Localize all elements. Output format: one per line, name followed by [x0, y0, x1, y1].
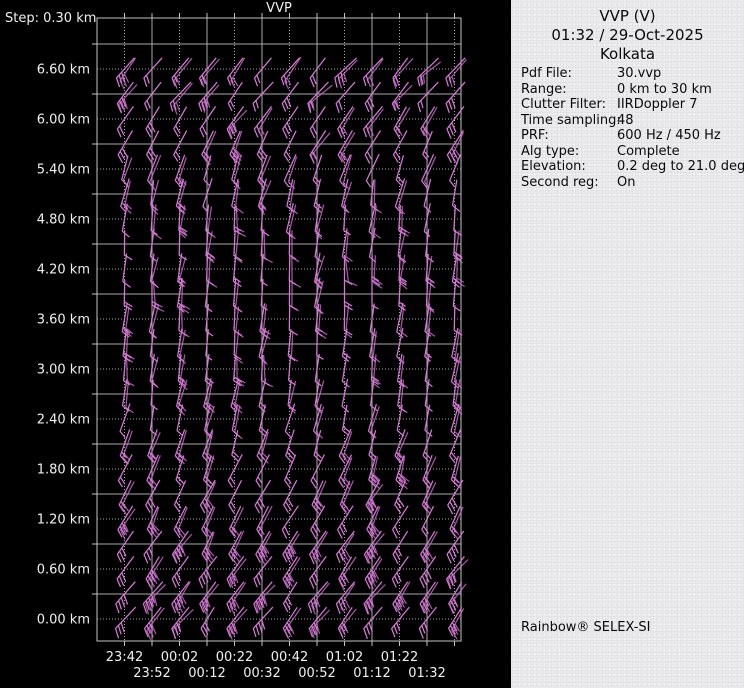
field-row-pdf-file: Pdf File:30.vvp	[521, 66, 742, 82]
field-value: 30.vvp	[617, 66, 742, 82]
field-value: 0.2 deg to 21.0 deg	[617, 159, 744, 175]
svg-text:4.80 km: 4.80 km	[37, 213, 90, 228]
field-row-time-sampling: Time sampling:48	[521, 113, 742, 129]
field-row-elevation: Elevation:0.2 deg to 21.0 deg	[521, 159, 742, 175]
svg-text:00:22: 00:22	[216, 650, 253, 665]
field-value: On	[617, 175, 742, 191]
svg-text:3.60 km: 3.60 km	[37, 313, 90, 328]
svg-text:6.00 km: 6.00 km	[37, 113, 90, 128]
svg-text:1.20 km: 1.20 km	[37, 513, 90, 528]
field-label: Time sampling:	[521, 113, 617, 129]
svg-text:01:02: 01:02	[326, 650, 363, 665]
product-fields: Pdf File:30.vvp Range:0 km to 30 km Clut…	[521, 66, 742, 190]
svg-text:00:02: 00:02	[161, 650, 198, 665]
field-label: Clutter Filter:	[521, 97, 617, 113]
svg-text:1.80 km: 1.80 km	[37, 463, 90, 478]
svg-text:00:32: 00:32	[243, 666, 280, 681]
field-label: Second reg:	[521, 175, 617, 191]
svg-text:00:52: 00:52	[298, 666, 335, 681]
svg-text:3.00 km: 3.00 km	[37, 363, 90, 378]
field-value: 0 km to 30 km	[617, 82, 742, 98]
field-row-second-reg: Second reg:On	[521, 175, 742, 191]
svg-text:2.40 km: 2.40 km	[37, 413, 90, 428]
svg-text:0.00 km: 0.00 km	[37, 613, 90, 628]
svg-text:0.60 km: 0.60 km	[37, 563, 90, 578]
field-label: Pdf File:	[521, 66, 617, 82]
panel-title-block: VVP (V) 01:32 / 29-Oct-2025 Kolkata	[511, 0, 744, 64]
svg-text:23:52: 23:52	[133, 666, 170, 681]
field-row-prf: PRF:600 Hz / 450 Hz	[521, 128, 742, 144]
field-label: PRF:	[521, 128, 617, 144]
vvp-product-screen: Step: 0.30 km VVP 6.60 km6.00 km5.40 km4…	[0, 0, 744, 688]
product-site: Kolkata	[511, 45, 744, 64]
x-axis-labels: 23:42 00:02 00:22 00:42 01:02 01:22 23:52 00:12…	[106, 650, 446, 681]
field-value: 48	[617, 113, 742, 129]
svg-text:23:42: 23:42	[106, 650, 143, 665]
svg-text:6.60 km: 6.60 km	[37, 63, 90, 78]
field-label: Alg type:	[521, 144, 617, 160]
field-row-clutter-filter: Clutter Filter:IIRDoppler 7	[521, 97, 742, 113]
product-name: VVP (V)	[511, 7, 744, 26]
field-value: Complete	[617, 144, 742, 160]
wind-barb-plot: 6.60 km 6.00 km 5.40 km 4.80 km 4.20 km 3.60 …	[0, 0, 511, 688]
svg-text:4.20 km: 4.20 km	[37, 263, 90, 278]
info-panel: VVP (V) 01:32 / 29-Oct-2025 Kolkata Pdf …	[511, 0, 744, 688]
field-label: Range:	[521, 82, 617, 98]
svg-text:5.40 km: 5.40 km	[37, 163, 90, 178]
field-row-range: Range:0 km to 30 km	[521, 82, 742, 98]
field-value: 600 Hz / 450 Hz	[617, 128, 742, 144]
field-label: Elevation:	[521, 159, 617, 175]
y-axis-labels: 6.60 km 6.00 km 5.40 km 4.80 km 4.20 km 3.60 …	[37, 63, 90, 628]
brand-label: Rainbow® SELEX-SI	[521, 620, 651, 635]
svg-text:01:22: 01:22	[381, 650, 418, 665]
svg-text:01:12: 01:12	[353, 666, 390, 681]
svg-text:00:12: 00:12	[188, 666, 225, 681]
svg-text:01:32: 01:32	[408, 666, 445, 681]
field-row-alg-type: Alg type:Complete	[521, 144, 742, 160]
field-value: IIRDoppler 7	[617, 97, 742, 113]
product-datetime: 01:32 / 29-Oct-2025	[511, 26, 744, 45]
svg-text:00:42: 00:42	[271, 650, 308, 665]
